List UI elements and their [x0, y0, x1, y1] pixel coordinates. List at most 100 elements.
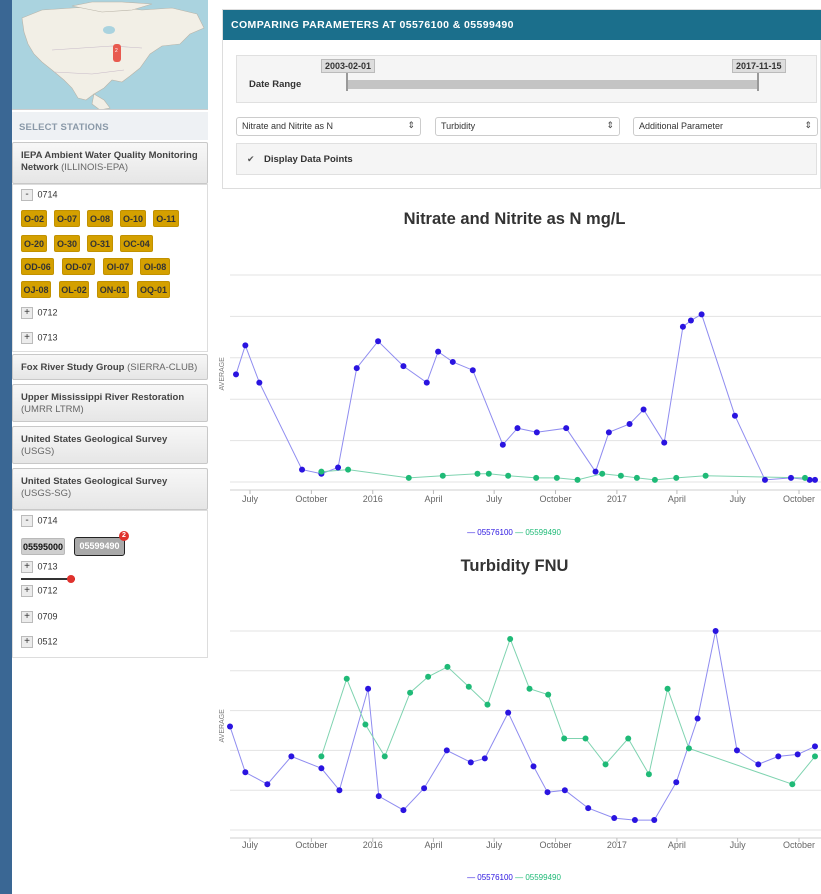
legend-entry[interactable]: — 05576100	[467, 873, 513, 882]
data-point[interactable]	[563, 425, 570, 432]
station-chip[interactable]: OI-07	[103, 258, 133, 275]
data-point[interactable]	[318, 753, 325, 760]
data-point[interactable]	[514, 425, 521, 432]
station-chip[interactable]: OD-06	[21, 258, 54, 275]
data-point[interactable]	[544, 789, 551, 796]
data-point[interactable]	[631, 817, 638, 824]
data-point[interactable]	[755, 761, 762, 768]
huc-row-0714[interactable]: - 0714	[21, 189, 58, 205]
station-chip[interactable]: O-31	[87, 235, 113, 252]
data-point[interactable]	[599, 470, 606, 477]
data-point[interactable]	[789, 781, 796, 788]
data-point[interactable]	[801, 474, 808, 481]
data-point[interactable]	[400, 807, 407, 814]
legend-entry[interactable]: — 05599490	[513, 873, 562, 882]
huc-row-0712[interactable]: + 0712	[21, 307, 58, 323]
station-chip[interactable]: OI-08	[140, 258, 170, 275]
huc-row-0714[interactable]: - 0714	[21, 515, 58, 531]
data-point[interactable]	[256, 379, 263, 386]
network-usgs[interactable]: United States Geological Survey (USGS)	[12, 426, 208, 464]
data-point[interactable]	[423, 379, 430, 386]
expand-icon[interactable]: +	[21, 611, 33, 623]
data-point[interactable]	[407, 689, 414, 696]
data-point[interactable]	[561, 787, 568, 794]
data-point[interactable]	[526, 685, 533, 692]
data-point[interactable]	[449, 358, 456, 365]
data-point[interactable]	[625, 735, 632, 742]
date-range-track[interactable]	[347, 80, 759, 89]
data-point[interactable]	[673, 779, 680, 786]
data-point[interactable]	[645, 771, 652, 778]
expand-icon[interactable]: +	[21, 332, 33, 344]
data-point[interactable]	[469, 367, 476, 374]
data-point[interactable]	[375, 793, 382, 800]
station-chip[interactable]: O-10	[120, 210, 146, 227]
network-umrr[interactable]: Upper Mississippi River Restoration (UMR…	[12, 384, 208, 422]
huc-row-0713[interactable]: + 0713	[21, 561, 58, 577]
data-point[interactable]	[365, 685, 372, 692]
data-point[interactable]	[444, 663, 451, 670]
expand-icon[interactable]: +	[21, 585, 33, 597]
huc-row-0713[interactable]: + 0713	[21, 332, 58, 348]
station-chip[interactable]: ON-01	[97, 281, 129, 298]
data-point[interactable]	[318, 765, 325, 772]
data-point[interactable]	[335, 464, 342, 471]
expand-icon[interactable]: +	[21, 307, 33, 319]
data-point[interactable]	[812, 476, 818, 483]
data-point[interactable]	[353, 365, 360, 372]
station-chip[interactable]: 05595000	[21, 538, 65, 555]
data-point[interactable]	[507, 635, 514, 642]
data-point[interactable]	[421, 785, 428, 792]
station-chip-selected[interactable]: 05599490	[74, 537, 125, 556]
data-point[interactable]	[481, 755, 488, 762]
legend-entry[interactable]: — 05599490	[513, 528, 562, 537]
collapse-icon[interactable]: -	[21, 189, 33, 201]
data-point[interactable]	[661, 439, 668, 446]
data-point[interactable]	[673, 474, 680, 481]
data-point[interactable]	[679, 323, 686, 330]
data-point[interactable]	[345, 466, 352, 473]
data-point[interactable]	[702, 472, 709, 479]
collapse-icon[interactable]: -	[21, 515, 33, 527]
station-chip[interactable]: O-11	[153, 210, 179, 227]
data-point[interactable]	[712, 628, 719, 634]
station-chip[interactable]: OQ-01	[137, 281, 170, 298]
network-sierra-club[interactable]: Fox River Study Group (SIERRA-CLUB)	[12, 354, 208, 380]
data-point[interactable]	[533, 474, 540, 481]
parameter-select-1[interactable]: Nitrate and Nitrite as N ⇕	[236, 117, 421, 136]
station-chip[interactable]: O-07	[54, 210, 80, 227]
data-point[interactable]	[685, 745, 692, 752]
network-iepa[interactable]: IEPA Ambient Water Quality Monitoring Ne…	[12, 142, 208, 184]
data-point[interactable]	[533, 429, 540, 436]
data-point[interactable]	[400, 363, 407, 370]
data-point[interactable]	[264, 781, 271, 788]
data-point[interactable]	[336, 787, 343, 794]
data-point[interactable]	[227, 723, 233, 730]
data-point[interactable]	[602, 761, 609, 768]
display-points-checkbox[interactable]: ✔	[247, 155, 257, 165]
data-point[interactable]	[698, 311, 705, 318]
data-point[interactable]	[242, 769, 249, 776]
legend-entry[interactable]: — 05576100	[467, 528, 513, 537]
data-point[interactable]	[694, 715, 701, 722]
data-point[interactable]	[318, 468, 325, 475]
data-point[interactable]	[381, 753, 388, 760]
data-point[interactable]	[505, 472, 512, 479]
data-point[interactable]	[474, 470, 481, 477]
data-point[interactable]	[288, 753, 295, 760]
data-point[interactable]	[775, 753, 782, 760]
data-point[interactable]	[561, 735, 568, 742]
data-point[interactable]	[585, 805, 592, 812]
data-point[interactable]	[812, 753, 818, 760]
data-point[interactable]	[611, 815, 618, 822]
data-point[interactable]	[812, 743, 818, 750]
huc-row-0512[interactable]: + 0512	[21, 636, 58, 652]
network-usgs-sg[interactable]: United States Geological Survey (USGS-SG…	[12, 468, 208, 510]
huc-row-0709[interactable]: + 0709	[21, 611, 58, 627]
expand-icon[interactable]: +	[21, 561, 33, 573]
station-chip[interactable]: O-30	[54, 235, 80, 252]
data-point[interactable]	[545, 691, 552, 698]
data-point[interactable]	[731, 412, 738, 419]
data-point[interactable]	[617, 472, 624, 479]
station-chip[interactable]: OJ-08	[21, 281, 51, 298]
